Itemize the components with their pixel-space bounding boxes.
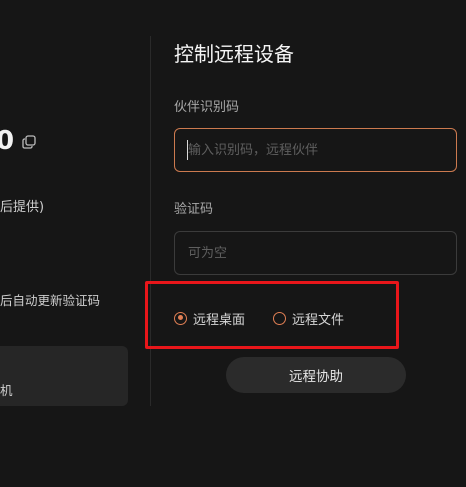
verification-code-label: 验证码 bbox=[174, 202, 214, 217]
partner-id-label: 伙伴识别码 bbox=[174, 100, 240, 115]
provider-note: 后提供) bbox=[0, 200, 45, 215]
remote-control-panel: 控制远程设备 伙伴识别码 验证码 bbox=[174, 0, 466, 487]
device-card-label: 机 bbox=[0, 383, 13, 398]
device-id-value: 0 bbox=[0, 126, 15, 156]
radio-remote-file-label: 远程文件 bbox=[292, 312, 345, 328]
remote-assist-button[interactable]: 远程协助 bbox=[226, 357, 406, 393]
radio-checked-icon bbox=[174, 311, 187, 325]
verification-code-input[interactable] bbox=[174, 231, 457, 275]
radio-remote-file[interactable]: 远程文件 bbox=[273, 308, 344, 328]
left-panel: 0 后提供) 后自动更新验证码 机 bbox=[0, 0, 150, 487]
panel-divider bbox=[150, 36, 151, 406]
copy-icon[interactable] bbox=[22, 135, 36, 149]
auto-update-text: 后自动更新验证码 bbox=[0, 293, 101, 308]
radio-unchecked-icon bbox=[273, 311, 286, 325]
panel-title: 控制远程设备 bbox=[174, 42, 294, 66]
text-caret bbox=[187, 140, 188, 160]
partner-id-input[interactable] bbox=[174, 128, 457, 172]
radio-remote-desktop[interactable]: 远程桌面 bbox=[174, 308, 245, 328]
device-card[interactable]: 机 bbox=[0, 346, 128, 406]
radio-remote-desktop-label: 远程桌面 bbox=[193, 312, 246, 328]
